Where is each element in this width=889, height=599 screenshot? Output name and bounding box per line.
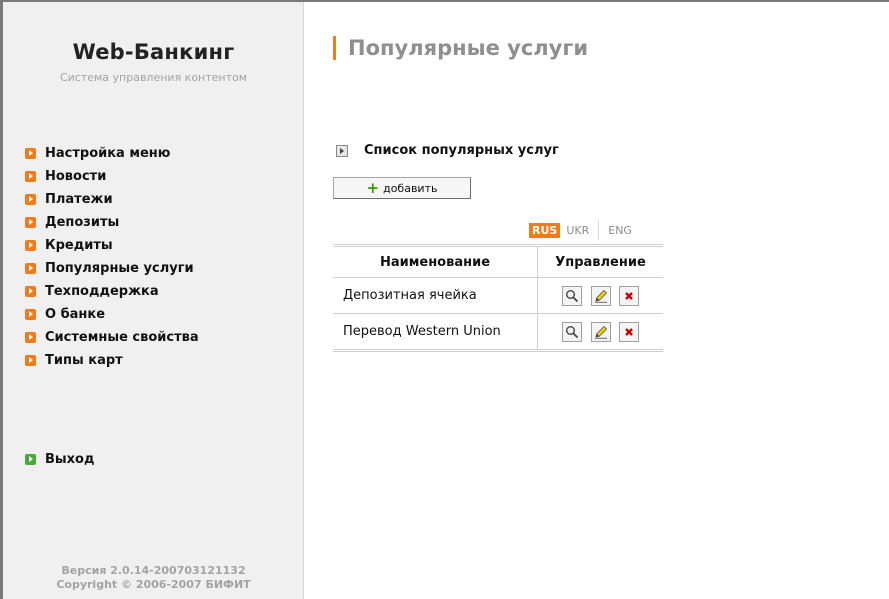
language-rus[interactable]: RUS: [529, 222, 561, 238]
sidebar-item-label: Новости: [45, 169, 107, 184]
row-actions: [537, 277, 663, 314]
language-eng[interactable]: ENG: [602, 224, 638, 237]
table-row: Перевод Western Union: [333, 313, 663, 352]
edit-button[interactable]: [590, 285, 611, 306]
sidebar-footer: Версия 2.0.14-200703121132 Copyright © 2…: [3, 564, 304, 592]
magnifier-icon: [566, 289, 579, 302]
sidebar-item-deposits[interactable]: Депозиты: [25, 211, 199, 234]
logout-label: Выход: [45, 452, 95, 467]
logout-link[interactable]: Выход: [25, 448, 94, 471]
sidebar-item-label: Типы карт: [45, 353, 123, 368]
service-name: Депозитная ячейка: [333, 277, 538, 314]
delete-button[interactable]: [618, 285, 639, 306]
services-table: Наименование Управление Депозитная ячейк…: [333, 244, 663, 352]
sidebar-item-popular-services[interactable]: Популярные услуги: [25, 257, 199, 280]
edit-button[interactable]: [590, 321, 611, 342]
orange-arrow-icon: [25, 171, 36, 182]
sidebar-item-about-bank[interactable]: О банке: [25, 303, 199, 326]
red-x-icon: [624, 291, 633, 300]
sidebar-item-label: Системные свойства: [45, 330, 199, 345]
section-title: Список популярных услуг: [364, 143, 559, 158]
brand: Web-Банкинг Система управления контентом: [3, 40, 304, 85]
magnifier-icon: [566, 325, 579, 338]
language-switcher: RUS UKR ENG: [529, 219, 638, 241]
version-text: Версия 2.0.14-200703121132: [61, 564, 246, 577]
orange-arrow-icon: [25, 286, 36, 297]
language-divider: [598, 219, 600, 241]
pencil-icon: [594, 289, 607, 303]
sidebar-item-credits[interactable]: Кредиты: [25, 234, 199, 257]
sidebar-item-menu-settings[interactable]: Настройка меню: [25, 142, 199, 165]
sidebar-item-label: Техподдержка: [45, 284, 159, 299]
orange-arrow-icon: [25, 217, 36, 228]
sidebar-item-label: О банке: [45, 307, 106, 322]
section-arrow-icon: [336, 144, 348, 157]
orange-arrow-icon: [25, 332, 36, 343]
sidebar-menu: Настройка меню Новости Платежи Депозиты …: [25, 142, 199, 372]
sidebar-item-news[interactable]: Новости: [25, 165, 199, 188]
page-header: Популярные услуги: [333, 36, 588, 60]
sidebar-item-card-types[interactable]: Типы карт: [25, 349, 199, 372]
page-title: Популярные услуги: [348, 36, 589, 60]
view-button[interactable]: [562, 285, 583, 306]
sidebar-item-label: Настройка меню: [45, 146, 171, 161]
orange-arrow-icon: [25, 194, 36, 205]
orange-arrow-icon: [25, 309, 36, 320]
orange-arrow-icon: [25, 355, 36, 366]
copyright-text: Copyright © 2006-2007 БИФИТ: [56, 578, 251, 591]
sidebar-item-label: Кредиты: [45, 238, 113, 253]
row-actions: [537, 313, 663, 352]
table-row: Депозитная ячейка: [333, 277, 663, 314]
green-arrow-icon: [25, 454, 36, 465]
add-button[interactable]: + добавить: [333, 177, 471, 199]
sidebar: Web-Банкинг Система управления контентом…: [3, 2, 304, 599]
title-accent-bar: [333, 36, 336, 60]
orange-arrow-icon: [25, 240, 36, 251]
column-header-name: Наименование: [333, 244, 538, 278]
delete-button[interactable]: [618, 321, 639, 342]
brand-title: Web-Банкинг: [72, 40, 235, 64]
table-header-row: Наименование Управление: [333, 244, 663, 278]
sidebar-item-support[interactable]: Техподдержка: [25, 280, 199, 303]
orange-arrow-icon: [25, 263, 36, 274]
plus-icon: +: [366, 179, 380, 197]
brand-subtitle: Система управления контентом: [59, 71, 248, 84]
orange-arrow-icon: [25, 148, 36, 159]
sidebar-item-payments[interactable]: Платежи: [25, 188, 199, 211]
pencil-icon: [594, 325, 607, 339]
language-ukr[interactable]: UKR: [560, 224, 595, 237]
sidebar-item-system-properties[interactable]: Системные свойства: [25, 326, 199, 349]
view-button[interactable]: [562, 321, 583, 342]
sidebar-item-label: Депозиты: [45, 215, 120, 230]
service-name: Перевод Western Union: [333, 313, 538, 352]
section-header: Список популярных услуг: [336, 143, 559, 158]
red-x-icon: [624, 327, 633, 336]
sidebar-item-label: Популярные услуги: [45, 261, 194, 276]
column-header-actions: Управление: [537, 244, 663, 278]
sidebar-item-label: Платежи: [45, 192, 113, 207]
add-button-label: добавить: [383, 181, 438, 195]
